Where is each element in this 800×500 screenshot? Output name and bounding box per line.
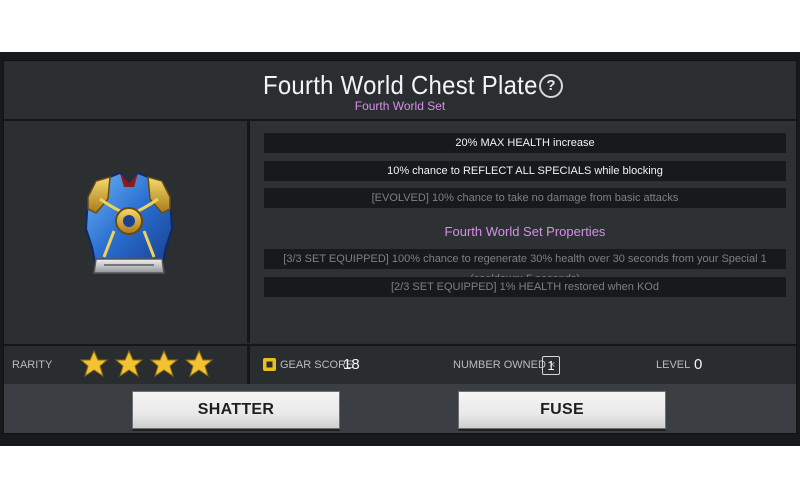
gear-detail-window: Fourth World Chest Plate ? Fourth World … [0, 52, 800, 446]
help-icon[interactable]: ? [539, 74, 563, 98]
number-owned-label: NUMBER OWNED × [453, 359, 556, 371]
rarity-star-icon [114, 349, 144, 378]
shatter-button[interactable]: SHATTER [132, 391, 340, 429]
number-owned-value: 1 [542, 356, 560, 375]
action-bar: SHATTER FUSE [4, 384, 796, 433]
item-title: Fourth World Chest Plate [262, 70, 538, 100]
set-name: Fourth World Set [354, 99, 446, 113]
fuse-button[interactable]: FUSE [458, 391, 666, 429]
gear-score-value: 18 [343, 356, 360, 373]
item-image-area [4, 121, 250, 343]
set-property-3of3: [3/3 SET EQUIPPED] 100% chance to regene… [264, 249, 786, 285]
rarity-star-icon [149, 349, 179, 378]
chest-plate-icon [84, 171, 174, 274]
stat-reflect-specials: 10% chance to REFLECT ALL SPECIALS while… [264, 161, 786, 181]
divider [247, 346, 250, 384]
rarity-star-icon [184, 349, 214, 378]
gear-panel: Fourth World Chest Plate ? Fourth World … [3, 60, 797, 434]
level-label: LEVEL [656, 359, 691, 371]
stat-evolved: [EVOLVED] 10% chance to take no damage f… [264, 188, 786, 208]
rarity-label: RARITY [12, 359, 53, 371]
rarity-star-icon [79, 349, 109, 378]
stat-max-health: 20% MAX HEALTH increase [264, 133, 786, 153]
gear-score-icon [263, 358, 276, 371]
header: Fourth World Chest Plate ? Fourth World … [4, 61, 796, 121]
info-bar: RARITY GEAR SCORE 18 NUMBER OWNED × 1 LE… [4, 344, 796, 386]
set-property-2of3: [2/3 SET EQUIPPED] 1% HEALTH restored wh… [264, 277, 786, 297]
set-properties-heading: Fourth World Set Properties [444, 224, 606, 239]
level-value: 0 [694, 356, 703, 373]
stats-area: 20% MAX HEALTH increase 10% chance to RE… [250, 121, 796, 343]
